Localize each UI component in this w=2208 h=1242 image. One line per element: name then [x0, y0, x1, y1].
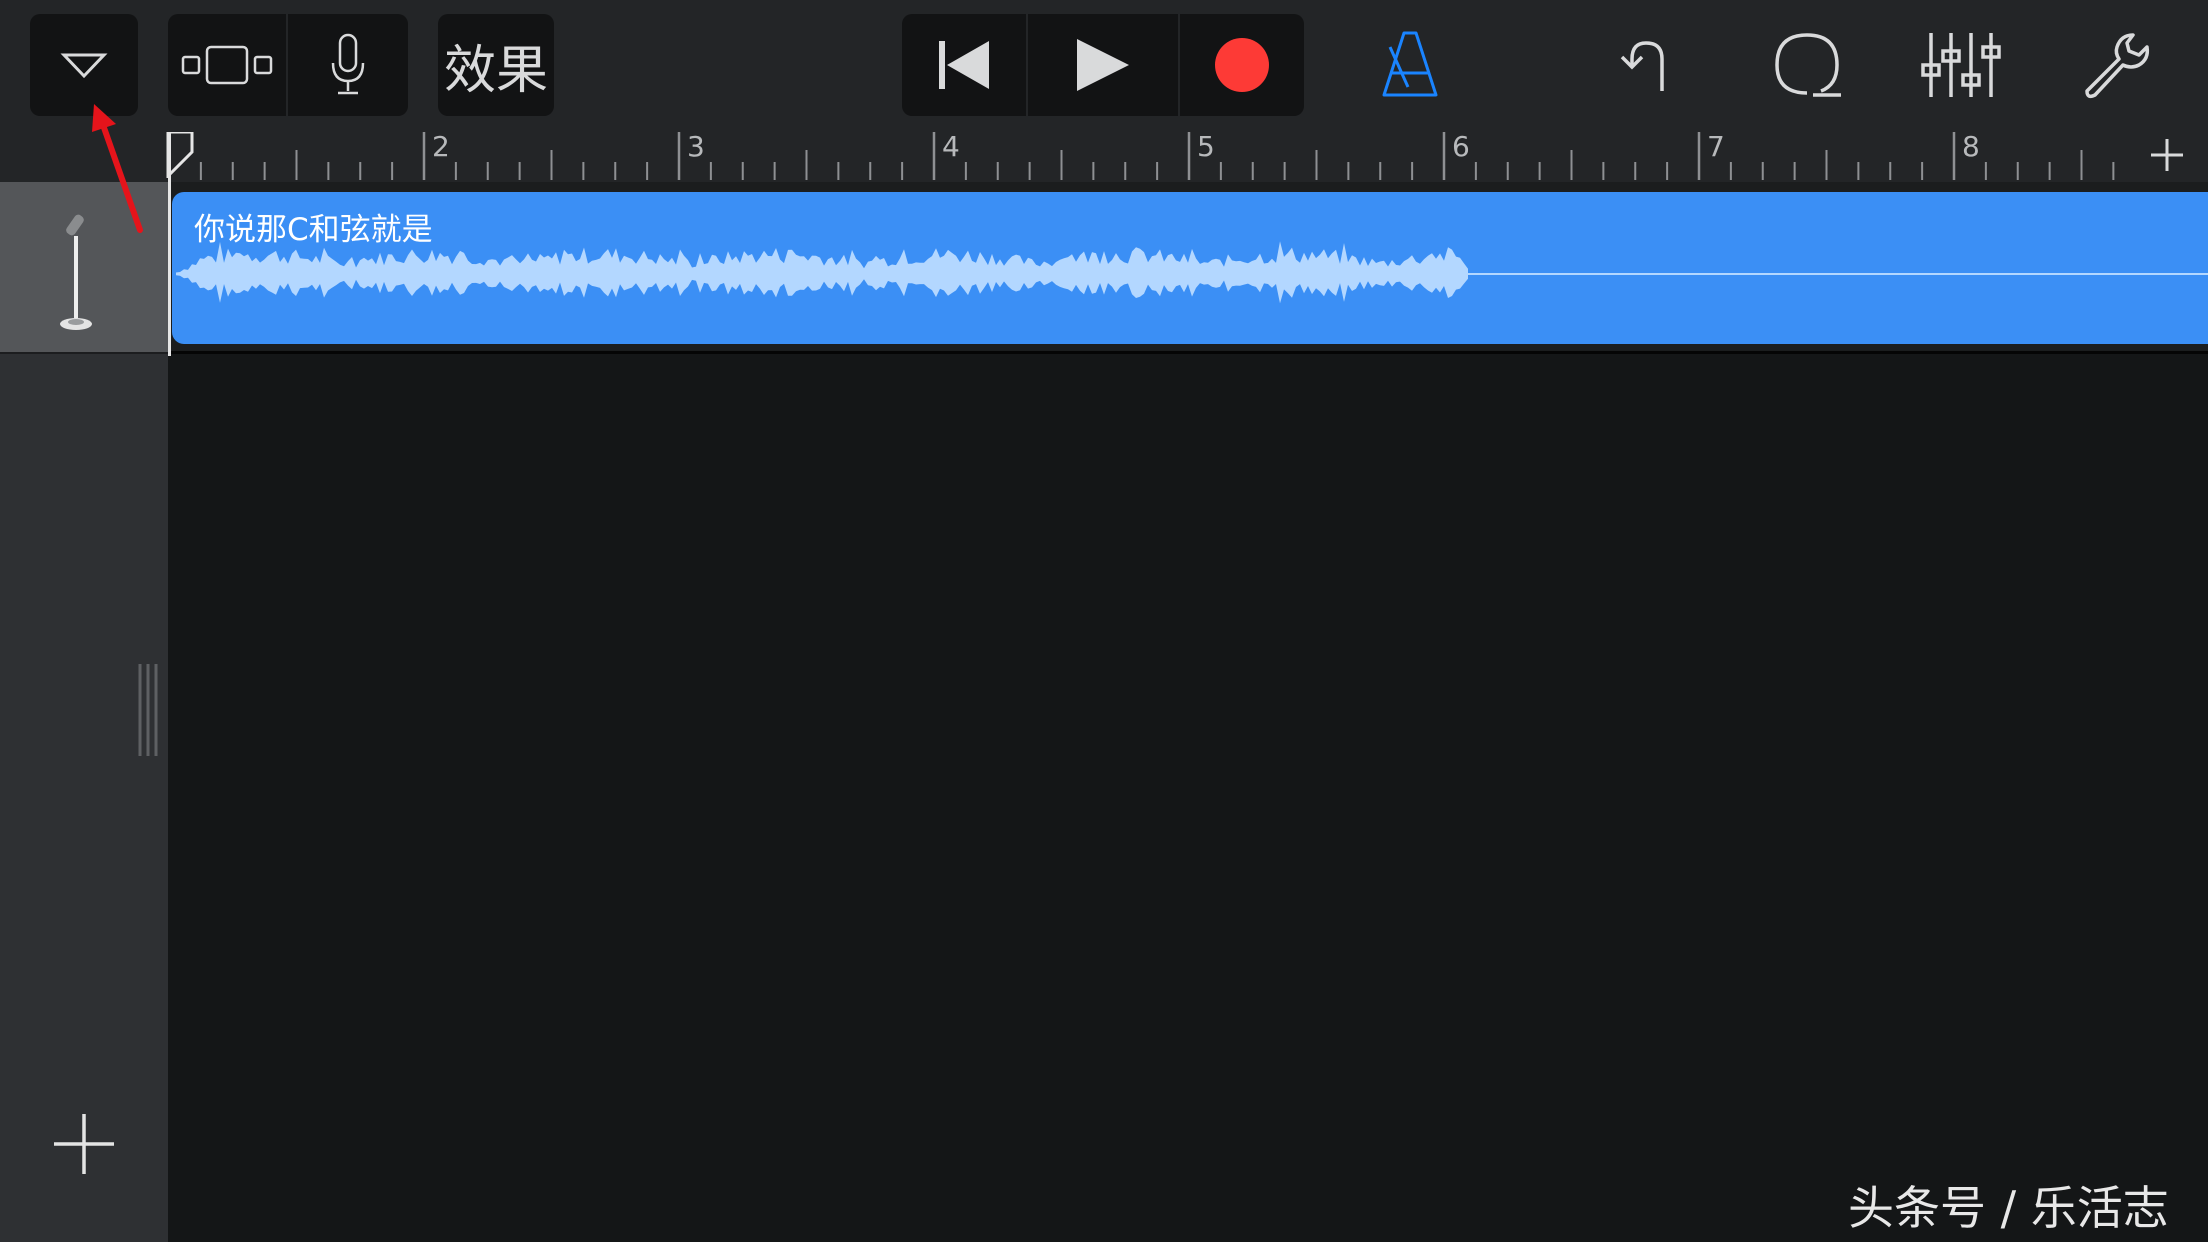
bar-number: 5	[1197, 130, 1215, 163]
timeline-ruler[interactable]: 2 3 4 5 6 7 8	[168, 128, 2126, 182]
ruler-ticks	[168, 132, 2115, 180]
play-button[interactable]	[1028, 14, 1178, 116]
play-icon	[1077, 39, 1129, 91]
annotation-arrow	[92, 104, 143, 233]
bar-number: 6	[1452, 130, 1470, 163]
add-track-button[interactable]	[52, 1112, 116, 1176]
metronome-icon	[1382, 31, 1438, 97]
record-icon	[1215, 38, 1269, 92]
wrench-icon	[2085, 33, 2150, 99]
add-song-section-button[interactable]	[2126, 128, 2208, 182]
go-to-beginning-button[interactable]	[902, 14, 1026, 116]
waveform-shape	[176, 241, 1468, 304]
bar-number: 8	[1962, 130, 1980, 163]
settings-button[interactable]	[2072, 20, 2162, 110]
bar-number: 7	[1707, 130, 1725, 163]
microphone-icon	[331, 33, 365, 95]
loop-browser-button[interactable]	[1764, 20, 1854, 110]
mixer-icon	[1921, 33, 2001, 97]
audio-waveform	[176, 241, 2208, 304]
go-to-beginning-icon	[939, 41, 989, 89]
track-header-resize-handle[interactable]	[137, 664, 163, 756]
bar-number: 3	[687, 130, 705, 163]
mixer-button[interactable]	[1916, 20, 2006, 110]
track-instrument-button[interactable]	[288, 14, 408, 116]
control-bar: 效果	[0, 0, 2208, 128]
record-button[interactable]	[1180, 14, 1304, 116]
metronome-button[interactable]	[1370, 20, 1450, 110]
garageband-tracks-view: 效果 2 3 4 5 6 7 8 你说那C和弦就是 头条号 / 乐活志	[0, 0, 2208, 1242]
fx-button[interactable]: 效果	[438, 14, 554, 116]
plus-icon	[2151, 139, 2183, 171]
undo-icon	[1620, 41, 1664, 91]
browser-view-icon	[181, 45, 273, 85]
watermark: 头条号 / 乐活志	[1848, 1181, 2169, 1235]
audio-region[interactable]: 你说那C和弦就是	[172, 192, 2208, 344]
loop-icon	[1775, 33, 1841, 97]
playhead-handle[interactable]	[166, 132, 194, 178]
triangle-down-icon	[60, 53, 108, 79]
bar-number: 2	[432, 130, 450, 163]
bar-number: 4	[942, 130, 960, 163]
undo-button[interactable]	[1606, 20, 1686, 110]
browser-view-button[interactable]	[168, 14, 286, 116]
